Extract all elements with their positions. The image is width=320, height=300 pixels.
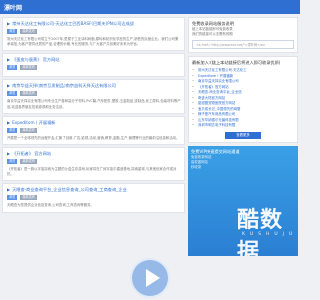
panel-title: 最新加入:(链上本站链接后将进入即可收录优质) [192,60,281,65]
list-item-title[interactable]: ▶ 《开拓者》 官方网站 [7,151,181,157]
date-badge: 最新发布 [20,29,38,34]
watermark-subtext: KUSHUJU [242,231,298,237]
bullet-icon: ▶ [7,151,11,157]
list-item-title[interactable]: ▶ 天眼查-商业查询平台_企业信息查询_公司查询_工商查询_企业 [7,187,181,193]
list-item: ▶ 常州天达化工有限公司-天达化工巴西BASF(巴斯夫)PN公司达成战 浏览 最新… [2,17,185,52]
latest-list-item[interactable]: • 深圳市明达电子科技有限 [192,123,294,129]
list-item-title[interactable]: ▶ 南京华益天择(南京互发制品)南京益科天择天达有限公司 [7,83,181,89]
list-item-desc: 南京华益天择实业有限公司专业生产各种高分子材料,PVC膜,汽车配件,塑胶,五金制… [7,99,181,109]
date-badge: 最新发布 [20,195,38,201]
date-badge: 最新发布 [20,159,38,165]
watermark-text: 酷数据 [237,206,284,256]
panel-line: 我们的链接可以无需有效期 [192,32,233,36]
bullet-icon: ▶ [7,21,11,26]
watermark-logo: 酷数据 KUSHUJU [192,194,298,256]
latest-panel: 最新加入:(链上本站链接后将进入即可收录优质) • 常州天达化工有限公司-天达化工… [188,56,298,143]
view-badge[interactable]: 浏览 [7,159,18,165]
list-item-title[interactable]: ▶ 《蛋皮与蛋黄》 官方网站 [7,57,181,63]
list-item-desc: 《开拓者》是一款以宇宙探索为主题的沙盒生存游戏,玩家将在广阔宇宙中建造基地,探索… [7,167,177,177]
list-item-desc: 开展是一个全球领先的远程开会,汇聚了创新,广告,影视,活动,营销,教育,金融,生… [7,135,180,140]
list-item-title[interactable]: ▶ Expeditom丨开展福新 [7,120,181,126]
list-item-desc: 常州天达化工有限公司成立于2007年,是属于工业涂料树脂,原料和纺织化学品的生产… [7,37,179,47]
list-item-title[interactable]: ▶ 常州天达化工有限公司-天达化工巴西BASF(巴斯夫)PN公司达成战 [7,21,181,27]
list-item-desc: 天眼查为您提供企业信息查询,公司查询,工商查询等服务。 [7,203,94,208]
list-item: ▶ Expeditom丨开展福新 浏览 最新发布 开展是一个全球领先的远程开会,汇… [2,115,185,146]
view-badge[interactable]: 浏览 [7,91,18,97]
list-item: ▶ 《开拓者》 官方网站 浏览 最新发布 《开拓者》是一款以宇宙探索为主题的沙盒生… [2,147,185,182]
bullet-icon: ▶ [7,119,11,125]
bullet-icon: ▶ [7,83,11,89]
list-item: ▶ 天眼查-商业查询平台_企业信息查询_公司查询_工商查询_企业 浏览 最新发布 … [2,183,185,213]
view-badge[interactable]: 浏览 [7,195,18,201]
date-badge: 最新发布 [20,127,38,133]
bullet-icon: ▶ [7,57,11,63]
date-badge: 最新发布 [20,65,38,71]
promo-line: 秒收录 [191,164,202,169]
list-item: ▶ 《蛋皮与蛋黄》 官方网站 浏览 最新发布 [2,53,185,78]
view-badge[interactable]: 浏览 [7,29,18,34]
top-navbar: 漂叶网 [0,0,300,14]
view-more-button[interactable]: 查看更多 [225,131,261,139]
main-content: ▶ 常州天达化工有限公司-天达化工巴西BASF(巴斯夫)PN公司达成战 浏览 最新… [2,17,185,215]
site-logo[interactable]: 漂叶网 [4,3,22,12]
view-badge[interactable]: 浏览 [7,127,18,133]
link-code-box[interactable]: <a href="http://www.xxx.net/">漂叶网</a> [192,40,294,49]
sidebar: 免费收录网站服务说明 链上本站链接即可免费收录 我们的链接可以无需有效期 <a … [188,17,298,256]
play-icon[interactable] [130,258,170,298]
bullet-icon: ▶ [7,187,11,193]
submit-info-panel: 免费收录网站服务说明 链上本站链接即可免费收录 我们的链接可以无需有效期 <a … [188,17,298,53]
date-badge: 最新发布 [20,91,38,97]
view-badge[interactable]: 浏览 [7,65,18,71]
vip-promo-banner[interactable]: 免费VIP快速提交网站通道 免费收录网站 高权重网站 秒收录 酷数据 KUSHU… [188,145,298,256]
list-item: ▶ 南京华益天择(南京互发制品)南京益科天择天达有限公司 浏览 最新发布 南京华益… [2,79,185,114]
latest-list: • 常州天达化工有限公司-天达化工 • Expeditom丨开展福新 • 南京华益天择… [192,68,294,129]
